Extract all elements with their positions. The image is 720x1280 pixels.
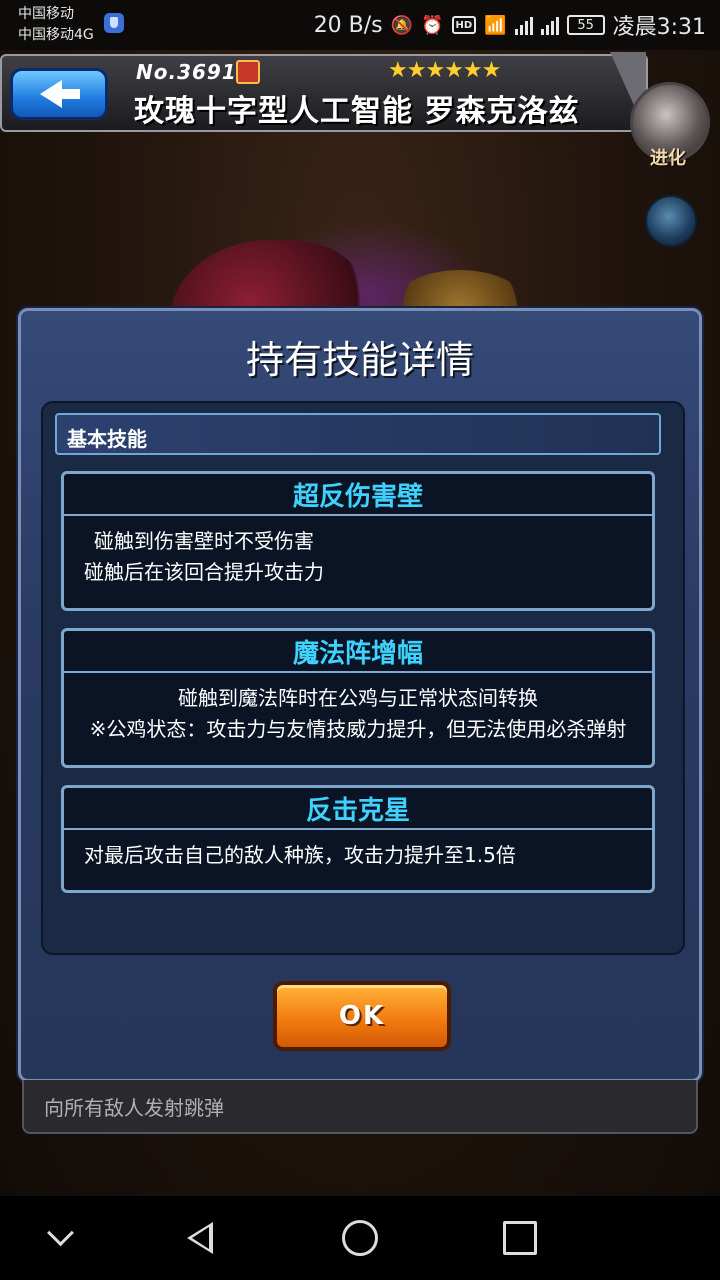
shield-icon bbox=[104, 13, 124, 33]
carrier-1: 中国移动 bbox=[18, 6, 74, 22]
skill-card: 超反伤害壁 碰触到伤害壁时不受伤害 碰触后在该回合提升攻击力 bbox=[61, 471, 655, 611]
skill-desc-line: 碰触后在该回合提升攻击力 bbox=[84, 560, 324, 584]
alarm-icon: ⏰ bbox=[421, 14, 444, 36]
unit-number: No.3691 bbox=[136, 60, 237, 84]
skill-title-bar: 魔法阵增幅 bbox=[64, 631, 652, 673]
skill-desc-line: 对最后攻击自己的敌人种族，攻击力提升至1.5倍 bbox=[84, 843, 516, 867]
skill-details-dialog: 持有技能详情 基本技能 超反伤害壁 碰触到伤害壁时不受伤害 碰触后在该回合提升攻… bbox=[18, 308, 702, 1082]
skill-title-bar: 超反伤害壁 bbox=[64, 474, 652, 516]
back-arrow-icon bbox=[40, 80, 80, 108]
skill-card: 反击克星 对最后攻击自己的敌人种族，攻击力提升至1.5倍 bbox=[61, 785, 655, 893]
hide-nav-icon[interactable] bbox=[38, 1216, 82, 1260]
status-indicators: 20 B/s 🔕 ⏰ HD 📶 55 凌晨3:31 bbox=[313, 10, 706, 41]
rarity-icon bbox=[236, 60, 260, 84]
system-nav-bar bbox=[0, 1196, 720, 1280]
nav-back-icon[interactable] bbox=[178, 1216, 222, 1260]
ok-button[interactable]: OK bbox=[273, 981, 451, 1051]
wifi-icon: 📶 bbox=[484, 14, 507, 36]
carrier-2: 中国移动4G bbox=[18, 27, 94, 43]
nav-home-icon[interactable] bbox=[338, 1216, 382, 1260]
skill-title-bar: 反击克星 bbox=[64, 788, 652, 830]
signal-4g-icon bbox=[540, 15, 559, 35]
status-bar: 中国移动 中国移动4G 20 B/s 🔕 ⏰ HD 📶 55 凌晨3:31 bbox=[0, 0, 720, 50]
skill-description: 对最后攻击自己的敌人种族，攻击力提升至1.5倍 bbox=[64, 830, 652, 871]
evolve-label[interactable]: 进化 bbox=[650, 144, 686, 170]
net-speed: 20 B/s bbox=[313, 12, 383, 38]
section-header-label: 基本技能 bbox=[67, 427, 147, 451]
skill-summary-strip: 向所有敌人发射跳弹 bbox=[22, 1080, 698, 1134]
skill-name: 反击克星 bbox=[305, 795, 410, 826]
skill-description: 碰触到伤害壁时不受伤害 碰触后在该回合提升攻击力 bbox=[64, 516, 652, 588]
skill-name: 超反伤害壁 bbox=[292, 481, 423, 512]
skill-desc-line: 碰触到伤害壁时不受伤害 bbox=[94, 529, 314, 553]
rarity-stars: ★★★★★★ bbox=[388, 58, 501, 83]
ok-label: OK bbox=[338, 1001, 386, 1031]
skill-desc-line: ※公鸡状态：攻击力与友情技威力提升，但无法使用必杀弹射 bbox=[89, 717, 627, 741]
orb-icon[interactable] bbox=[645, 195, 697, 247]
mute-icon: 🔕 bbox=[390, 14, 414, 36]
unit-name: 玫瑰十字型人工智能 罗森克洛兹 bbox=[134, 94, 580, 129]
back-button[interactable] bbox=[10, 68, 108, 120]
skill-desc-line: 碰触到魔法阵时在公鸡与正常状态间转换 bbox=[178, 686, 538, 710]
battery-icon: 55 bbox=[566, 15, 605, 35]
dialog-title: 持有技能详情 bbox=[245, 338, 474, 382]
signal-icon bbox=[514, 15, 533, 35]
skill-name: 魔法阵增幅 bbox=[292, 638, 423, 669]
skill-description: 碰触到魔法阵时在公鸡与正常状态间转换 ※公鸡状态：攻击力与友情技威力提升，但无法… bbox=[64, 673, 652, 745]
skill-summary-text: 向所有敌人发射跳弹 bbox=[44, 1096, 224, 1120]
skill-card: 魔法阵增幅 碰触到魔法阵时在公鸡与正常状态间转换 ※公鸡状态：攻击力与友情技威力… bbox=[61, 628, 655, 768]
section-header: 基本技能 bbox=[55, 413, 661, 455]
nav-recent-icon[interactable] bbox=[498, 1216, 542, 1260]
hd-icon: HD bbox=[451, 16, 477, 34]
clock: 凌晨3:31 bbox=[612, 15, 706, 40]
skills-panel: 基本技能 超反伤害壁 碰触到伤害壁时不受伤害 碰触后在该回合提升攻击力 魔法阵增… bbox=[41, 401, 685, 955]
